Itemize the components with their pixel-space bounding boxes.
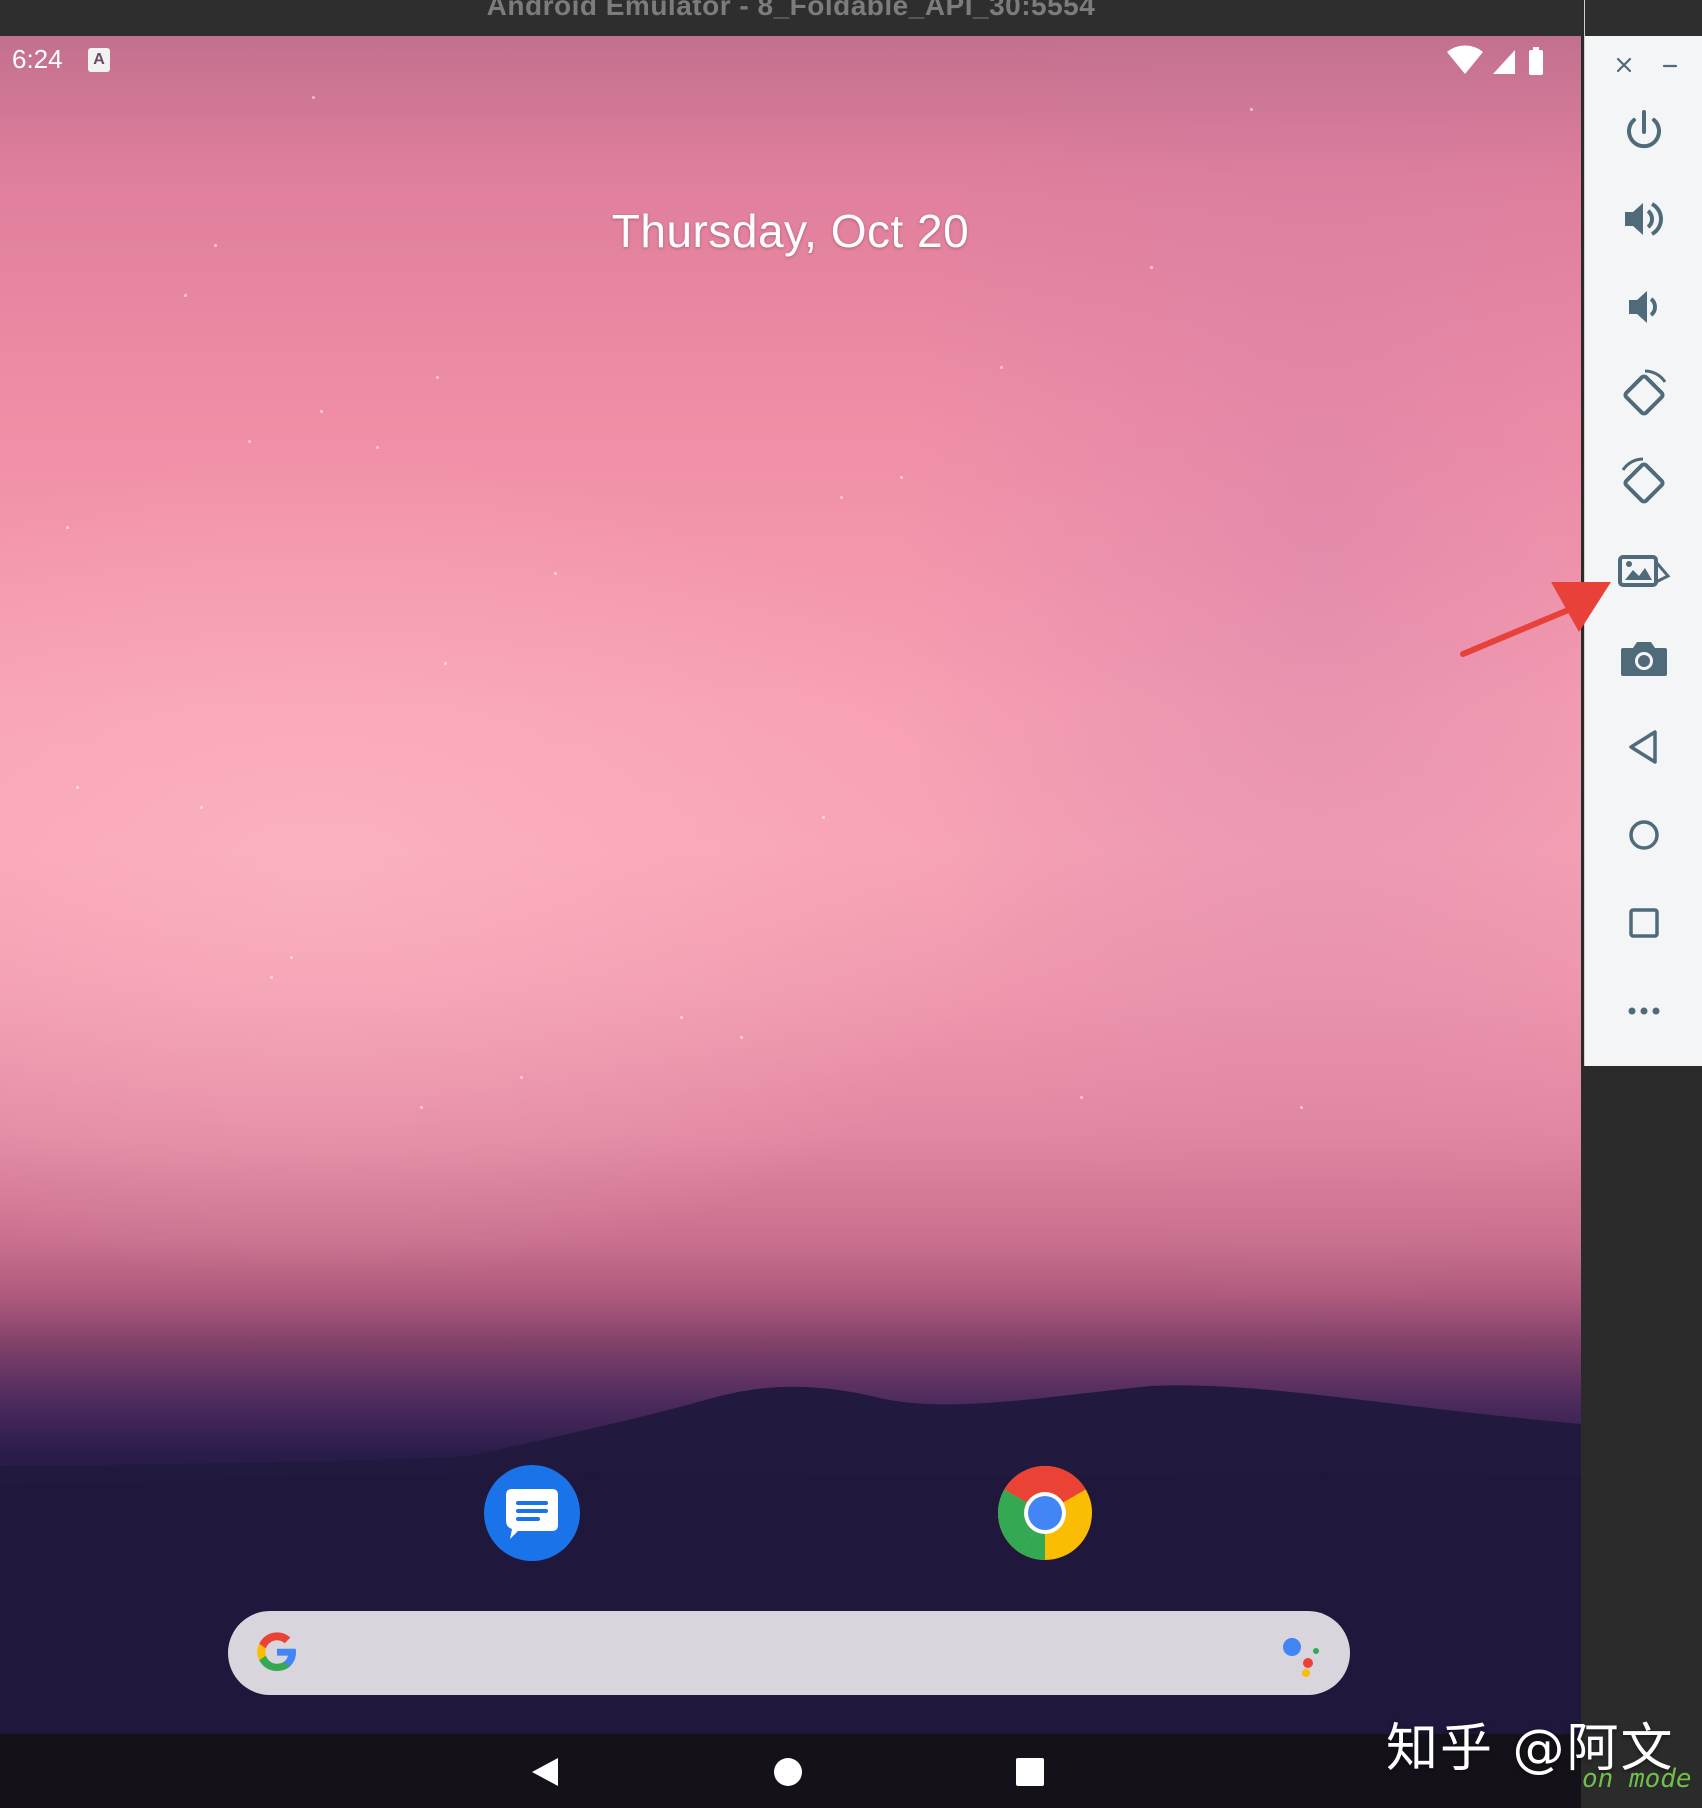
status-icons (1447, 45, 1543, 75)
back-triangle-icon[interactable] (1615, 718, 1673, 776)
status-bar: 6:24 A (0, 36, 1581, 86)
messages-bubble-icon (506, 1489, 558, 1539)
terminal-text: on mode (1582, 1764, 1692, 1794)
screenshot-icon[interactable] (1615, 542, 1673, 600)
power-icon[interactable] (1615, 102, 1673, 160)
chrome-logo-icon (998, 1466, 1092, 1560)
home-date[interactable]: Thursday, Oct 20 (0, 204, 1581, 258)
camera-icon[interactable] (1615, 630, 1673, 688)
notification-icon: A (88, 48, 110, 72)
recents-icon[interactable] (1010, 1752, 1050, 1792)
window-title-bar: Android Emulator - 8_Foldable_API_30:555… (0, 0, 1582, 36)
volume-up-icon[interactable] (1615, 190, 1673, 248)
wifi-icon (1447, 45, 1483, 74)
device-screen[interactable]: 6:24 A Thursday, Oct 20 (0, 36, 1581, 1808)
close-icon[interactable] (1611, 52, 1637, 78)
chrome-app-icon[interactable] (997, 1465, 1093, 1561)
annotation-arrow-icon (1460, 582, 1611, 657)
overview-square-icon[interactable] (1615, 894, 1673, 952)
back-icon[interactable] (526, 1752, 566, 1792)
window-title: Android Emulator - 8_Foldable_API_30:555… (486, 0, 1096, 21)
google-search-bar[interactable] (228, 1611, 1350, 1695)
emulator-toolbar (1584, 0, 1702, 1066)
toolbar-top-strip (1585, 0, 1702, 36)
volume-down-icon[interactable] (1615, 278, 1673, 336)
status-time: 6:24 (12, 44, 63, 74)
google-assistant-icon[interactable] (1276, 1629, 1326, 1679)
messages-app-icon[interactable] (484, 1465, 580, 1561)
rotate-right-icon[interactable] (1615, 454, 1673, 512)
home-icon[interactable] (768, 1752, 808, 1792)
navigation-bar (0, 1734, 1581, 1808)
minimize-icon[interactable] (1657, 52, 1683, 78)
more-dots-icon[interactable] (1615, 982, 1673, 1040)
battery-icon (1529, 47, 1543, 75)
google-g-icon[interactable] (252, 1627, 302, 1677)
cell-signal-icon (1493, 50, 1515, 74)
rotate-left-icon[interactable] (1615, 366, 1673, 424)
home-circle-icon[interactable] (1615, 806, 1673, 864)
